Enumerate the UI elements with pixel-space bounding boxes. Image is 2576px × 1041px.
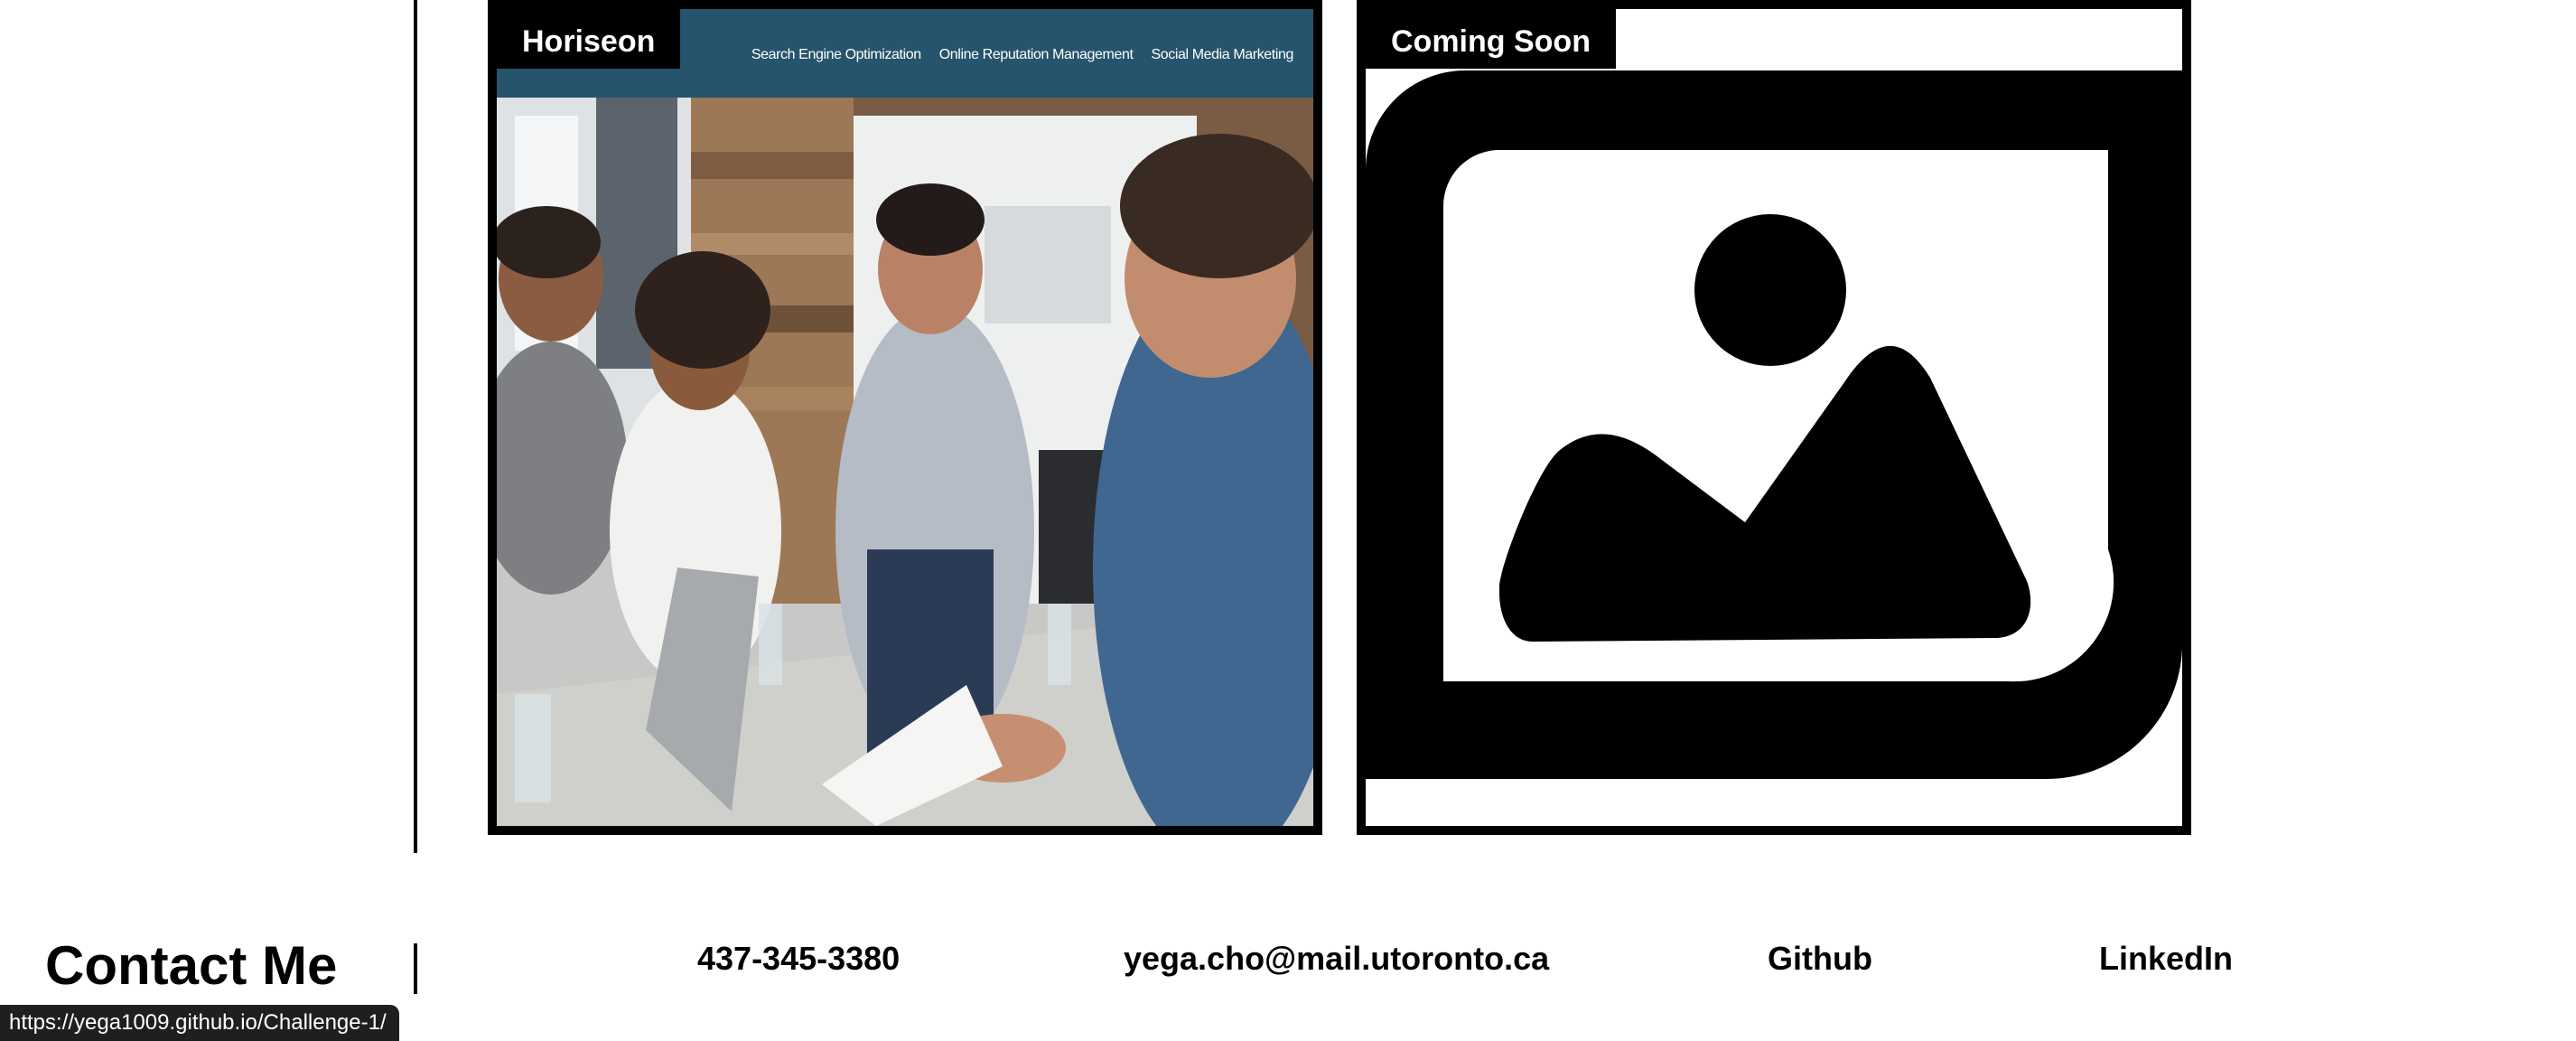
contact-heading: Contact Me (45, 935, 338, 996)
project-card-horiseon[interactable]: Search Engine Optimization Online Reputa… (488, 0, 1322, 835)
project-title: Horiseon (497, 9, 681, 69)
horiseon-nav: Search Engine Optimization Online Reputa… (751, 47, 1294, 63)
horiseon-nav-item: Online Reputation Management (938, 47, 1134, 62)
contact-email-link[interactable]: yega.cho@mail.utoronto.ca (1124, 940, 1549, 978)
github-link[interactable]: Github (1768, 940, 1872, 978)
contact-phone-link[interactable]: 437-345-3380 (697, 940, 900, 978)
contact-divider (414, 943, 417, 994)
image-placeholder-icon (1366, 70, 2182, 779)
project-title: Coming Soon (1366, 9, 1616, 69)
section-divider (414, 0, 417, 853)
horiseon-nav-item: Search Engine Optimization (751, 47, 921, 62)
link-preview-status-bar: https://yega1009.github.io/Challenge-1/ (0, 1005, 399, 1041)
linkedin-link[interactable]: LinkedIn (2099, 940, 2233, 978)
meeting-photo (497, 98, 1313, 826)
project-card-coming-soon[interactable]: Coming Soon (1357, 0, 2191, 835)
horiseon-nav-item: Social Media Marketing (1151, 47, 1294, 62)
